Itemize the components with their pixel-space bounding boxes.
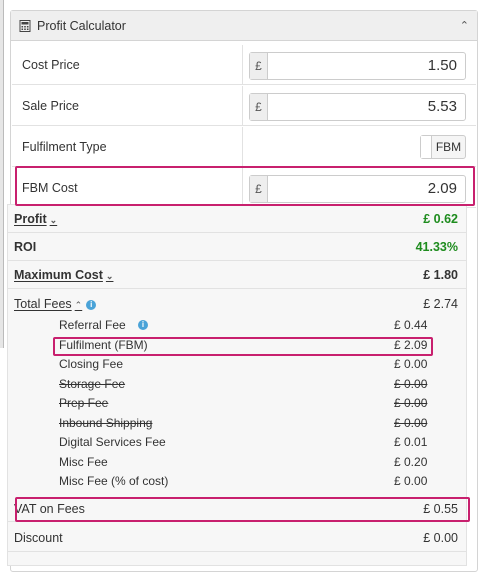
fee-label: Storage Fee: [59, 376, 126, 391]
fbm-cost-row: FBM Cost £ 2.09: [12, 168, 476, 208]
panel-header[interactable]: Profit Calculator ⌃: [11, 11, 477, 41]
fee-label: Closing Fee: [59, 357, 124, 371]
chevron-down-icon: ⌄: [49, 215, 58, 225]
sale-price-row: Sale Price £ 5.53: [12, 86, 476, 126]
currency-addon: £: [250, 94, 268, 120]
fee-value: £ 0.20: [394, 454, 428, 469]
fee-value: £ 0.44: [394, 318, 428, 332]
panel-title: Profit Calculator: [37, 18, 126, 33]
fee-label: Digital Services Fee: [59, 435, 166, 449]
vat-on-fees-value: £ 0.55: [423, 502, 458, 516]
maximum-cost-value: £ 1.80: [423, 268, 458, 282]
discount-row: Discount £ 0.00: [8, 522, 466, 552]
fee-value: £ 0.01: [394, 435, 428, 449]
cost-price-field[interactable]: £ 1.50: [249, 52, 466, 80]
fee-value: £ 0.00: [394, 415, 428, 430]
fee-row: Fulfilment (FBM) £ 2.09: [8, 336, 466, 355]
fee-row: Closing Fee £ 0.00: [8, 355, 466, 374]
roi-row: ROI 41.33%: [8, 233, 466, 261]
vat-on-fees-label: VAT on Fees: [14, 502, 85, 516]
total-fees-row: Total Fees ⌃ i £ 2.74: [8, 289, 466, 313]
currency-addon: £: [250, 53, 268, 79]
vat-on-fees-row: VAT on Fees £ 0.55: [8, 496, 466, 522]
profit-toggle[interactable]: Profit ⌄: [14, 212, 57, 226]
fee-label: Inbound Shipping: [59, 415, 153, 430]
discount-value: £ 0.00: [423, 531, 458, 545]
cost-price-label: Cost Price: [22, 58, 80, 72]
profit-value: £ 0.62: [423, 212, 458, 226]
calculator-icon: [19, 19, 31, 32]
fee-row: Referral Fee i £ 0.44: [8, 316, 466, 335]
cost-price-input[interactable]: 1.50: [268, 53, 465, 79]
fee-row: Inbound Shipping £ 0.00: [8, 414, 466, 433]
fee-value: £ 0.00: [394, 474, 428, 488]
maximum-cost-label: Maximum Cost: [14, 268, 103, 282]
fee-value: £ 0.00: [394, 396, 428, 410]
fulfilment-type-label: Fulfilment Type: [22, 140, 107, 154]
left-edge: [0, 0, 4, 348]
profit-row: Profit ⌄ £ 0.62: [8, 205, 466, 233]
info-icon[interactable]: i: [138, 320, 148, 330]
fee-label: Misc Fee: [59, 454, 108, 469]
currency-addon: £: [250, 176, 268, 202]
total-fees-toggle[interactable]: Total Fees ⌃ i: [14, 297, 97, 311]
fbm-cost-label: FBM Cost: [22, 181, 78, 195]
fee-value: £ 2.09: [394, 337, 428, 352]
fbm-cost-field[interactable]: £ 2.09: [249, 175, 466, 203]
profit-label: Profit: [14, 212, 47, 226]
total-fees-value: £ 2.74: [423, 297, 458, 311]
fulfilment-type-row: Fulfilment Type FBM: [12, 127, 476, 167]
roi-label: ROI: [14, 240, 37, 254]
fee-row: Digital Services Fee £ 0.01: [8, 433, 466, 452]
fee-value: £ 0.00: [394, 357, 428, 371]
sale-price-input[interactable]: 5.53: [268, 94, 465, 120]
fee-row: Prep Fee £ 0.00: [8, 394, 466, 413]
fee-value: £ 0.00: [394, 376, 428, 391]
roi-value: 41.33%: [415, 240, 458, 254]
cost-price-row: Cost Price £ 1.50: [12, 45, 476, 85]
maximum-cost-toggle[interactable]: Maximum Cost ⌄: [14, 268, 113, 282]
fee-label: Misc Fee (% of cost): [59, 474, 169, 488]
toggle-knob: [421, 136, 432, 158]
results-panel: Profit ⌄ £ 0.62 ROI 41.33% Maximum Cost ⌄ …: [7, 204, 467, 566]
info-icon[interactable]: i: [86, 299, 97, 310]
discount-label: Discount: [14, 531, 63, 545]
fee-row: Misc Fee (% of cost) £ 0.00: [8, 472, 466, 491]
fulfilment-type-toggle[interactable]: FBM: [420, 135, 466, 159]
maximum-cost-row: Maximum Cost ⌄ £ 1.80: [8, 261, 466, 289]
fee-label: Prep Fee: [59, 396, 109, 410]
total-fees-label: Total Fees: [14, 297, 72, 311]
sale-price-label: Sale Price: [22, 99, 79, 113]
fulfilment-type-value: FBM: [435, 140, 462, 154]
fee-label: Referral Fee: [59, 318, 126, 332]
fee-row: Storage Fee £ 0.00: [8, 375, 466, 394]
sale-price-field[interactable]: £ 5.53: [249, 93, 466, 121]
fee-label: Fulfilment (FBM): [59, 337, 148, 352]
fbm-cost-input[interactable]: 2.09: [268, 176, 465, 202]
chevron-up-icon[interactable]: ⌃: [460, 19, 469, 32]
fee-row: Misc Fee £ 0.20: [8, 453, 466, 472]
chevron-up-icon: ⌃: [74, 300, 83, 310]
chevron-down-icon: ⌄: [105, 271, 114, 281]
